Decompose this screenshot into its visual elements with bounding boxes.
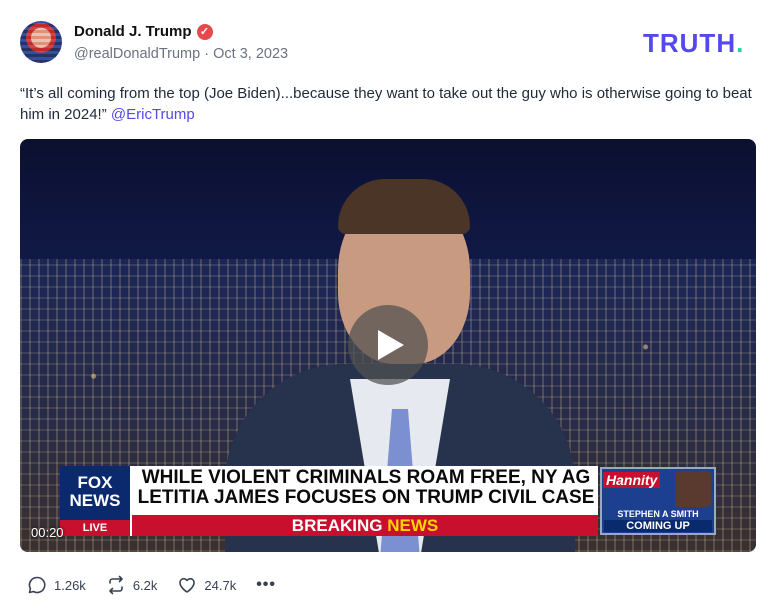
hannity-logo: Hannity bbox=[603, 472, 661, 488]
author-avatar[interactable] bbox=[20, 21, 62, 63]
truth-post: Donald J. Trump ✓ @realDonaldTrump · Oct… bbox=[0, 0, 777, 615]
chyron-headline: WHILE VIOLENT CRIMINALS ROAM FREE, NY AG… bbox=[136, 468, 596, 508]
headline-line2: LETITIA JAMES FOCUSES ON TRUMP CIVIL CAS… bbox=[137, 487, 595, 508]
like-count: 24.7k bbox=[204, 577, 237, 593]
fox-live-badge: LIVE bbox=[60, 520, 130, 536]
headline-line1: WHILE VIOLENT CRIMINALS ROAM FREE, NY AG bbox=[141, 467, 591, 488]
fox-logo-line1: FOX bbox=[77, 473, 113, 492]
logo-dot: . bbox=[736, 28, 745, 58]
reply-count: 1.26k bbox=[54, 577, 86, 593]
meta-separator: · bbox=[204, 46, 210, 62]
like-button[interactable]: 24.7k bbox=[177, 575, 236, 595]
retruth-count: 6.2k bbox=[132, 577, 158, 593]
post-text: “It’s all coming from the top (Joe Biden… bbox=[20, 83, 760, 125]
promo-line2: COMING UP bbox=[604, 520, 712, 532]
breaking-news-bar: BREAKING NEWS bbox=[132, 515, 598, 536]
promo-line1: STEPHEN A SMITH bbox=[617, 509, 699, 519]
fox-logo-line2: NEWS bbox=[69, 491, 121, 510]
post-date[interactable]: Oct 3, 2023 bbox=[213, 46, 288, 62]
logo-text: TRUTH bbox=[643, 28, 737, 58]
reply-button[interactable]: 1.26k bbox=[27, 575, 86, 595]
video-timestamp: 00:20 bbox=[31, 525, 64, 540]
play-button[interactable] bbox=[348, 305, 428, 385]
breaking-word: BREAKING bbox=[291, 516, 383, 535]
author-meta: @realDonaldTrump · Oct 3, 2023 bbox=[74, 46, 288, 62]
post-actions: 1.26k 6.2k 24.7k ••• bbox=[27, 575, 276, 595]
news-word: NEWS bbox=[387, 516, 439, 535]
author-display-name[interactable]: Donald J. Trump bbox=[74, 23, 192, 40]
mention-link[interactable]: @EricTrump bbox=[111, 106, 195, 123]
truth-logo[interactable]: TRUTH. bbox=[643, 28, 744, 59]
like-icon bbox=[179, 577, 196, 593]
promo-guest-photo bbox=[675, 471, 711, 507]
fox-news-logo: FOX NEWS LIVE bbox=[60, 466, 130, 536]
play-icon bbox=[378, 330, 404, 360]
retruth-icon bbox=[109, 575, 123, 595]
retruth-button[interactable]: 6.2k bbox=[106, 575, 158, 595]
author-name-row: Donald J. Trump ✓ bbox=[74, 23, 213, 40]
more-icon[interactable]: ••• bbox=[256, 576, 276, 594]
video-player[interactable]: FOX NEWS LIVE WHILE VIOLENT CRIMINALS RO… bbox=[20, 139, 756, 552]
author-handle[interactable]: @realDonaldTrump bbox=[74, 46, 200, 62]
verified-icon: ✓ bbox=[196, 23, 213, 40]
reply-icon bbox=[28, 576, 46, 594]
presenter-hair bbox=[338, 179, 470, 234]
